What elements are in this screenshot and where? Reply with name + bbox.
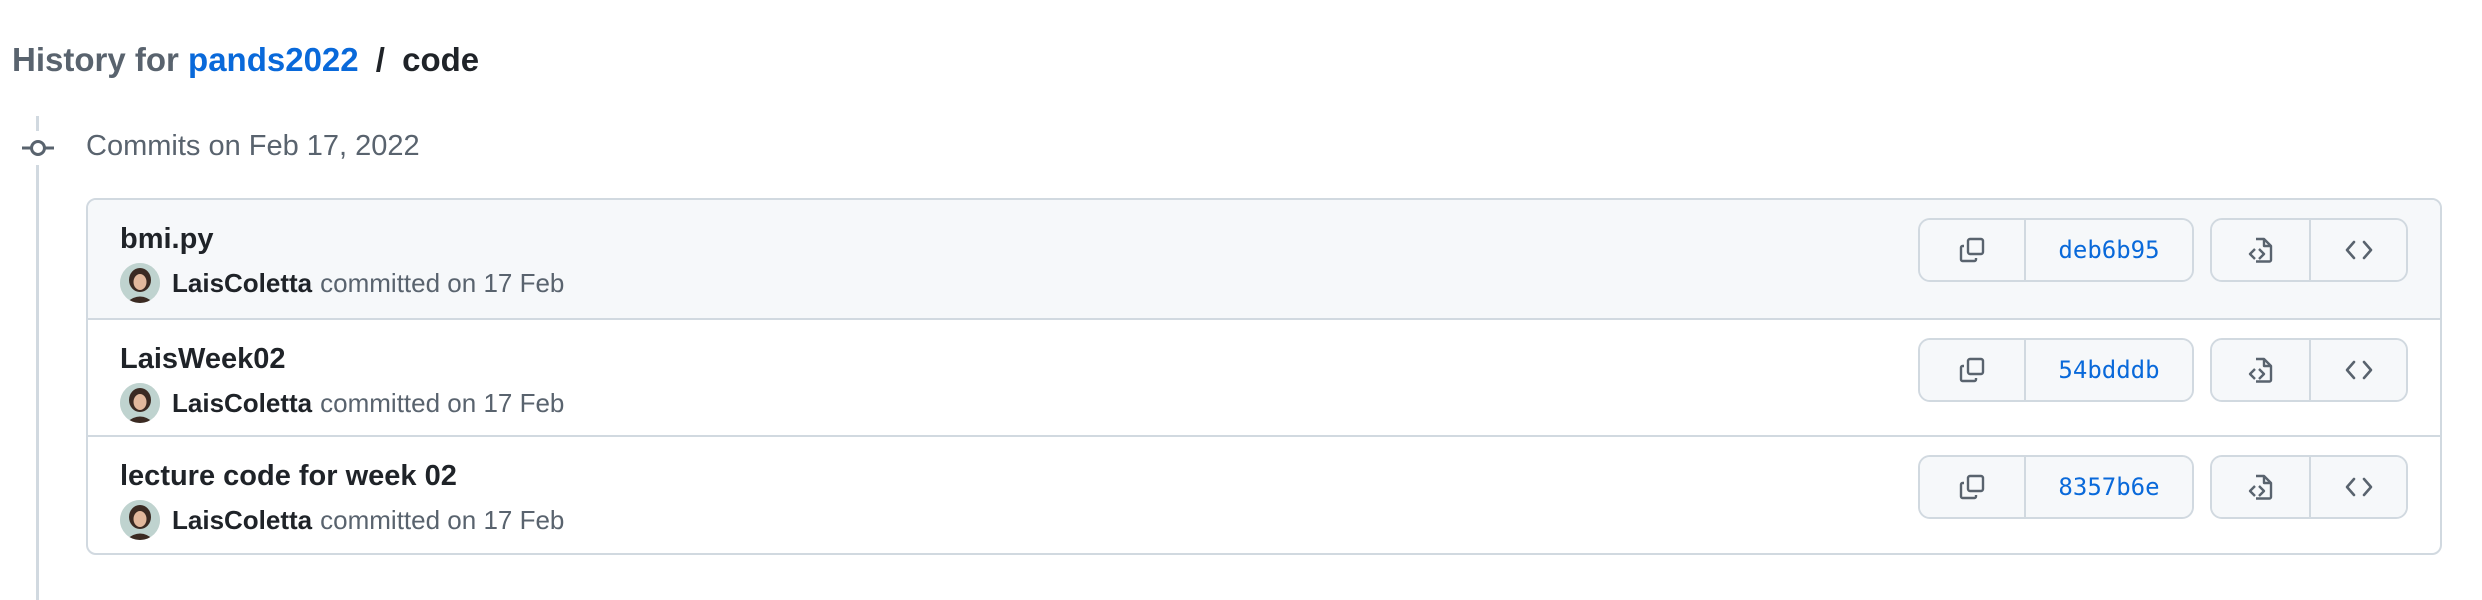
- commit-sha-link[interactable]: deb6b95: [2024, 220, 2192, 280]
- copy-icon: [1959, 357, 1985, 383]
- file-code-icon: [2247, 473, 2275, 501]
- browse-button-group: [2210, 218, 2408, 282]
- title-prefix: History for: [12, 41, 179, 78]
- view-files-button[interactable]: [2212, 220, 2309, 280]
- author-link[interactable]: LaisColetta: [172, 388, 312, 419]
- code-icon: [2345, 239, 2373, 261]
- commit-title-link[interactable]: bmi.py: [120, 220, 213, 258]
- copy-sha-button[interactable]: [1920, 220, 2024, 280]
- commit-row: lecture code for week 02 LaisColetta com…: [88, 435, 2440, 552]
- commits-date-heading: Commits on Feb 17, 2022: [86, 130, 420, 162]
- author-link[interactable]: LaisColetta: [172, 268, 312, 299]
- browse-code-button[interactable]: [2309, 457, 2406, 517]
- view-files-button[interactable]: [2212, 340, 2309, 400]
- page-title: History for pands2022 / code: [12, 36, 479, 84]
- commit-meta: LaisColetta committed on 17 Feb: [120, 499, 564, 541]
- commit-sha-link[interactable]: 54bdddb: [2024, 340, 2192, 400]
- commit-row: LaisWeek02 LaisColetta committed on 17 F…: [88, 318, 2440, 435]
- copy-icon: [1959, 474, 1985, 500]
- repo-link[interactable]: pands2022: [188, 41, 359, 78]
- commit-meta: LaisColetta committed on 17 Feb: [120, 382, 564, 424]
- timeline-line: [36, 116, 39, 600]
- commit-row: bmi.py LaisColetta committed on 17 Feb d…: [88, 200, 2440, 318]
- committed-text: committed on 17 Feb: [320, 387, 565, 418]
- commit-title-link[interactable]: LaisWeek02: [120, 340, 286, 378]
- author-link[interactable]: LaisColetta: [172, 505, 312, 536]
- sha-button-group: deb6b95: [1918, 218, 2194, 282]
- avatar[interactable]: [120, 383, 160, 423]
- copy-sha-button[interactable]: [1920, 340, 2024, 400]
- browse-button-group: [2210, 338, 2408, 402]
- code-icon: [2345, 359, 2373, 381]
- commit-history-page: History for pands2022 / code Commits on …: [0, 0, 2482, 600]
- commit-sha-link[interactable]: 8357b6e: [2024, 457, 2192, 517]
- commit-list: bmi.py LaisColetta committed on 17 Feb d…: [86, 198, 2442, 555]
- browse-button-group: [2210, 455, 2408, 519]
- committed-text: committed on 17 Feb: [320, 267, 565, 298]
- code-icon: [2345, 476, 2373, 498]
- git-commit-icon: [18, 131, 58, 165]
- browse-code-button[interactable]: [2309, 220, 2406, 280]
- file-code-icon: [2247, 356, 2275, 384]
- copy-sha-button[interactable]: [1920, 457, 2024, 517]
- sha-button-group: 54bdddb: [1918, 338, 2194, 402]
- sha-button-group: 8357b6e: [1918, 455, 2194, 519]
- committed-text: committed on 17 Feb: [320, 504, 565, 535]
- path-separator: /: [375, 41, 385, 78]
- browse-code-button[interactable]: [2309, 340, 2406, 400]
- file-code-icon: [2247, 236, 2275, 264]
- path-name: code: [402, 41, 480, 78]
- view-files-button[interactable]: [2212, 457, 2309, 517]
- commit-title-link[interactable]: lecture code for week 02: [120, 457, 457, 495]
- commit-meta: LaisColetta committed on 17 Feb: [120, 262, 564, 304]
- copy-icon: [1959, 237, 1985, 263]
- avatar[interactable]: [120, 500, 160, 540]
- avatar[interactable]: [120, 263, 160, 303]
